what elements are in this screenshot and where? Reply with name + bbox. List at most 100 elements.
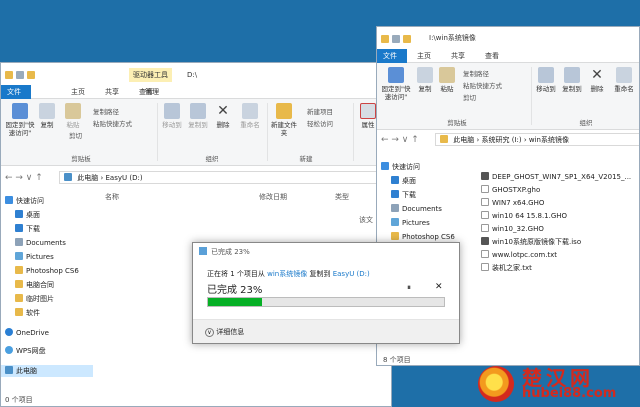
copy-path-button[interactable]: 复制路径	[463, 69, 489, 79]
paste-button[interactable]: 粘贴	[63, 103, 83, 129]
rename-button[interactable]: 重命名	[237, 103, 263, 129]
tab-view[interactable]: 查看	[479, 49, 505, 63]
column-modified[interactable]: 修改日期	[259, 192, 287, 202]
copy-path-button[interactable]: 复制路径	[93, 107, 119, 117]
file-row[interactable]: win10系统原版镜像下载.iso	[481, 236, 581, 248]
star-icon	[5, 196, 13, 204]
nav-documents[interactable]: Documents	[15, 237, 66, 249]
nav-quick-access[interactable]: 快速访问	[5, 195, 44, 207]
address-bar[interactable]: 此电脑 › 系统研究 (I:) › win系统镜像	[435, 133, 639, 146]
details-toggle[interactable]: ∨ 详细信息	[205, 327, 244, 337]
breadcrumb-this-pc[interactable]: 此电脑	[77, 174, 98, 182]
cancel-button[interactable]: ✕	[435, 282, 443, 292]
dialog-title-bar: 已完成 23%	[193, 243, 459, 259]
nav-desktop[interactable]: 桌面	[15, 209, 40, 221]
file-row[interactable]: 装机之家.txt	[481, 262, 532, 274]
copy-to-button[interactable]: 复制到	[187, 103, 209, 129]
rename-button[interactable]: 重命名	[611, 67, 637, 93]
file-row[interactable]: WIN7 x64.GHO	[481, 197, 544, 209]
chevron-down-icon: ∨	[205, 328, 214, 337]
paste-button[interactable]: 粘贴	[437, 67, 457, 93]
file-icon	[481, 224, 489, 232]
watermark-logo: 楚汉网 hubei88.com	[478, 362, 638, 406]
file-row[interactable]: win10 64 15.8.1.GHO	[481, 210, 567, 222]
right-nav-pane: 快速访问 桌面 下载 Documents Pictures Photoshop …	[377, 161, 459, 251]
tab-home[interactable]: 主页	[411, 49, 437, 63]
pin-icon	[388, 67, 404, 83]
organize-group-label: 组织	[205, 155, 219, 163]
nav-desktop[interactable]: 桌面	[391, 175, 416, 187]
tab-share[interactable]: 共享	[445, 49, 471, 63]
properties-icon	[360, 103, 376, 119]
folder-icon	[15, 266, 23, 274]
download-icon	[391, 190, 399, 198]
clipboard-group-label: 剪贴板	[71, 155, 91, 163]
tab-file[interactable]: 文件	[377, 49, 407, 63]
left-nav-pane: 快速访问 桌面 下载 Documents Pictures Photoshop …	[1, 195, 93, 395]
nav-contract[interactable]: 电脑合同	[15, 279, 54, 291]
nav-temp-pictures[interactable]: 临时图片	[15, 293, 54, 305]
file-row[interactable]: win10_32.GHO	[481, 223, 544, 235]
logo-emblem-icon	[478, 366, 514, 402]
nav-pictures[interactable]: Pictures	[15, 251, 54, 263]
tab-home[interactable]: 主页	[65, 85, 91, 99]
breadcrumb-folder[interactable]: win系统镜像	[529, 136, 569, 144]
file-row[interactable]: GHOSTXP.gho	[481, 184, 540, 196]
nav-quick-access[interactable]: 快速访问	[381, 161, 420, 173]
pin-quick-access-button[interactable]: 固定到"快速访问"	[3, 103, 37, 137]
new-item-button[interactable]: 新建项目	[307, 107, 333, 117]
move-to-button[interactable]: 移动到	[535, 67, 557, 93]
paste-icon	[65, 103, 81, 119]
nav-onedrive[interactable]: OneDrive	[5, 327, 49, 339]
cut-button[interactable]: 剪切	[463, 93, 476, 103]
delete-icon: ✕	[217, 103, 229, 119]
copy-button[interactable]: 复制	[37, 103, 57, 129]
wps-icon	[5, 346, 13, 354]
computer-icon	[64, 173, 72, 181]
right-ribbon-tabs: 文件 主页 共享 查看	[377, 49, 639, 63]
nav-pictures[interactable]: Pictures	[391, 217, 430, 229]
copy-to-button[interactable]: 复制到	[561, 67, 583, 93]
source-link[interactable]: win系统镜像	[267, 270, 307, 278]
paste-shortcut-button[interactable]: 粘贴快捷方式	[93, 119, 132, 129]
nav-software[interactable]: 软件	[15, 307, 40, 319]
breadcrumb-drive[interactable]: 系统研究 (I:)	[482, 136, 522, 144]
delete-button[interactable]: ✕ 删除	[213, 103, 233, 129]
paste-shortcut-button[interactable]: 粘贴快捷方式	[463, 81, 502, 91]
nav-documents[interactable]: Documents	[391, 203, 442, 215]
address-bar[interactable]: 此电脑 › EasyU (D:)	[59, 171, 391, 184]
left-title-bar: 驱动器工具 D:\	[1, 63, 391, 85]
delete-button[interactable]: ✕ 删除	[587, 67, 607, 93]
easy-access-button[interactable]: 轻松访问	[307, 119, 333, 129]
qat-icons	[5, 71, 45, 79]
rename-icon	[616, 67, 632, 83]
file-row[interactable]: www.lotpc.com.txt	[481, 249, 557, 261]
breadcrumb-this-pc[interactable]: 此电脑	[453, 136, 474, 144]
nav-download[interactable]: 下载	[15, 223, 40, 235]
nav-this-pc[interactable]: 此电脑	[1, 365, 93, 377]
tab-share[interactable]: 共享	[99, 85, 125, 99]
desktop-icon	[15, 210, 23, 218]
move-to-button[interactable]: 移动到	[161, 103, 183, 129]
breadcrumb-drive[interactable]: EasyU (D:)	[106, 174, 143, 182]
tab-file[interactable]: 文件	[1, 85, 31, 99]
target-link[interactable]: EasyU (D:)	[333, 270, 370, 278]
pin-quick-access-button[interactable]: 固定到"快速访问"	[379, 67, 413, 101]
qat-icons	[381, 35, 421, 43]
properties-icon	[392, 35, 400, 43]
file-icon	[481, 185, 489, 193]
tab-manage[interactable]: 管理	[139, 85, 165, 99]
file-row[interactable]: DEEP_GHOST_WIN7_SP1_X64_V2015_...	[481, 171, 631, 183]
cut-button[interactable]: 剪切	[69, 131, 82, 141]
pause-button[interactable]: ⏸	[407, 283, 411, 293]
copy-description: 正在将 1 个项目从 win系统镜像 复制到 EasyU (D:)	[207, 270, 370, 278]
nav-download[interactable]: 下载	[391, 189, 416, 201]
nav-wps-drive[interactable]: WPS网盘	[5, 345, 46, 357]
properties-icon	[16, 71, 24, 79]
new-folder-button[interactable]: 新建文件夹	[271, 103, 297, 137]
column-name[interactable]: 名称	[105, 192, 119, 202]
iso-file-icon	[481, 172, 489, 180]
column-type[interactable]: 类型	[335, 192, 349, 202]
copy-button[interactable]: 复制	[415, 67, 435, 93]
nav-photoshop[interactable]: Photoshop CS6	[15, 265, 79, 277]
